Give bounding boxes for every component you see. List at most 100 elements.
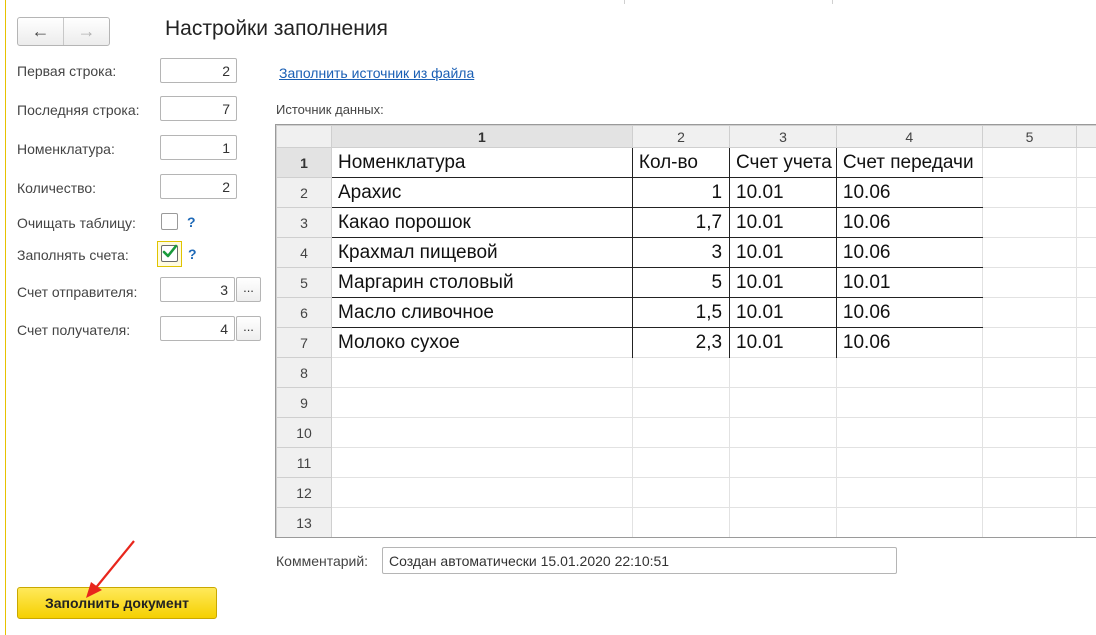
cell[interactable] [631, 477, 731, 508]
cell[interactable] [330, 357, 633, 388]
row-header[interactable]: 4 [276, 237, 332, 268]
cell[interactable]: 1,5 [631, 297, 731, 328]
cell[interactable] [631, 507, 731, 537]
cell[interactable] [981, 387, 1078, 418]
cell[interactable] [631, 447, 731, 478]
cell[interactable] [1076, 297, 1096, 328]
clear-table-help[interactable]: ? [187, 214, 196, 230]
cell[interactable] [835, 477, 983, 508]
quantity-column-input[interactable]: 2 [160, 174, 237, 199]
cell[interactable]: 10.01 [729, 327, 837, 358]
corner-cell[interactable] [276, 125, 332, 148]
cell[interactable]: 3 [631, 237, 731, 268]
back-icon[interactable]: ← [18, 18, 64, 45]
cell[interactable]: 10.01 [729, 177, 837, 208]
fill-accounts-checkbox[interactable] [157, 241, 182, 267]
cell[interactable] [1076, 477, 1096, 508]
cell[interactable] [1076, 507, 1096, 537]
row-header[interactable]: 8 [276, 357, 332, 388]
cell[interactable]: Кол-во [631, 147, 731, 178]
column-header[interactable] [1076, 125, 1096, 148]
column-header[interactable]: 2 [631, 125, 731, 148]
cell[interactable] [981, 237, 1078, 268]
cell[interactable]: Номенклатура [330, 147, 633, 178]
cell[interactable] [981, 177, 1078, 208]
row-header[interactable]: 13 [276, 507, 332, 537]
cell[interactable] [631, 417, 731, 448]
cell[interactable]: Счет передачи [835, 147, 983, 178]
cell[interactable]: 1,7 [631, 207, 731, 238]
cell[interactable] [1076, 417, 1096, 448]
first-row-input[interactable]: 2 [160, 58, 237, 83]
column-header[interactable]: 1 [330, 125, 633, 148]
cell[interactable]: 10.06 [835, 327, 983, 358]
cell[interactable] [631, 387, 731, 418]
column-header[interactable]: 5 [981, 125, 1078, 148]
cell[interactable] [981, 207, 1078, 238]
cell[interactable] [1076, 207, 1096, 238]
row-header[interactable]: 5 [276, 267, 332, 298]
cell[interactable] [1076, 267, 1096, 298]
cell[interactable]: Масло сливочное [330, 297, 633, 328]
cell[interactable] [729, 477, 837, 508]
fill-source-from-file-link[interactable]: Заполнить источник из файла [279, 65, 474, 81]
cell[interactable]: 10.01 [835, 267, 983, 298]
cell[interactable] [835, 447, 983, 478]
cell[interactable] [981, 267, 1078, 298]
cell[interactable]: 10.01 [729, 237, 837, 268]
cell[interactable]: 10.06 [835, 237, 983, 268]
cell[interactable] [729, 447, 837, 478]
cell[interactable] [981, 447, 1078, 478]
cell[interactable] [1076, 447, 1096, 478]
cell[interactable] [330, 417, 633, 448]
row-header[interactable]: 3 [276, 207, 332, 238]
clear-table-checkbox[interactable] [161, 213, 178, 230]
cell[interactable] [729, 357, 837, 388]
cell[interactable] [835, 387, 983, 418]
cell[interactable] [835, 357, 983, 388]
cell[interactable] [981, 357, 1078, 388]
cell[interactable] [981, 147, 1078, 178]
cell[interactable] [981, 507, 1078, 537]
receiver-account-input[interactable]: 4 [160, 316, 235, 341]
sender-account-select-button[interactable]: ... [236, 277, 261, 302]
cell[interactable]: 10.06 [835, 207, 983, 238]
cell[interactable] [1076, 237, 1096, 268]
row-header[interactable]: 10 [276, 417, 332, 448]
cell[interactable] [1076, 357, 1096, 388]
cell[interactable]: Счет учета [729, 147, 837, 178]
cell[interactable]: 10.01 [729, 267, 837, 298]
cell[interactable]: 10.06 [835, 297, 983, 328]
cell[interactable] [330, 477, 633, 508]
column-header[interactable]: 4 [835, 125, 983, 148]
cell[interactable] [631, 357, 731, 388]
last-row-input[interactable]: 7 [160, 96, 237, 121]
cell[interactable]: Крахмал пищевой [330, 237, 633, 268]
cell[interactable] [330, 507, 633, 537]
cell[interactable] [330, 447, 633, 478]
row-header[interactable]: 12 [276, 477, 332, 508]
row-header[interactable]: 1 [276, 147, 332, 178]
cell[interactable] [1076, 147, 1096, 178]
cell[interactable]: 10.01 [729, 207, 837, 238]
cell[interactable]: 10.06 [835, 177, 983, 208]
cell[interactable] [1076, 327, 1096, 358]
cell[interactable] [981, 417, 1078, 448]
cell[interactable] [981, 327, 1078, 358]
row-header[interactable]: 6 [276, 297, 332, 328]
cell[interactable]: 1 [631, 177, 731, 208]
sender-account-input[interactable]: 3 [160, 277, 235, 302]
forward-icon[interactable]: → [64, 18, 109, 45]
row-header[interactable]: 2 [276, 177, 332, 208]
cell[interactable]: 5 [631, 267, 731, 298]
cell[interactable] [981, 477, 1078, 508]
receiver-account-select-button[interactable]: ... [236, 316, 261, 341]
cell[interactable] [729, 417, 837, 448]
cell[interactable]: Арахис [330, 177, 633, 208]
cell[interactable] [729, 507, 837, 537]
cell[interactable] [1076, 387, 1096, 418]
cell[interactable] [1076, 177, 1096, 208]
cell[interactable] [330, 387, 633, 418]
fill-accounts-help[interactable]: ? [188, 246, 197, 262]
data-source-spreadsheet[interactable]: 1 2 3 4 5 1 Номенклатура Кол-во Счет уче… [275, 124, 1096, 538]
